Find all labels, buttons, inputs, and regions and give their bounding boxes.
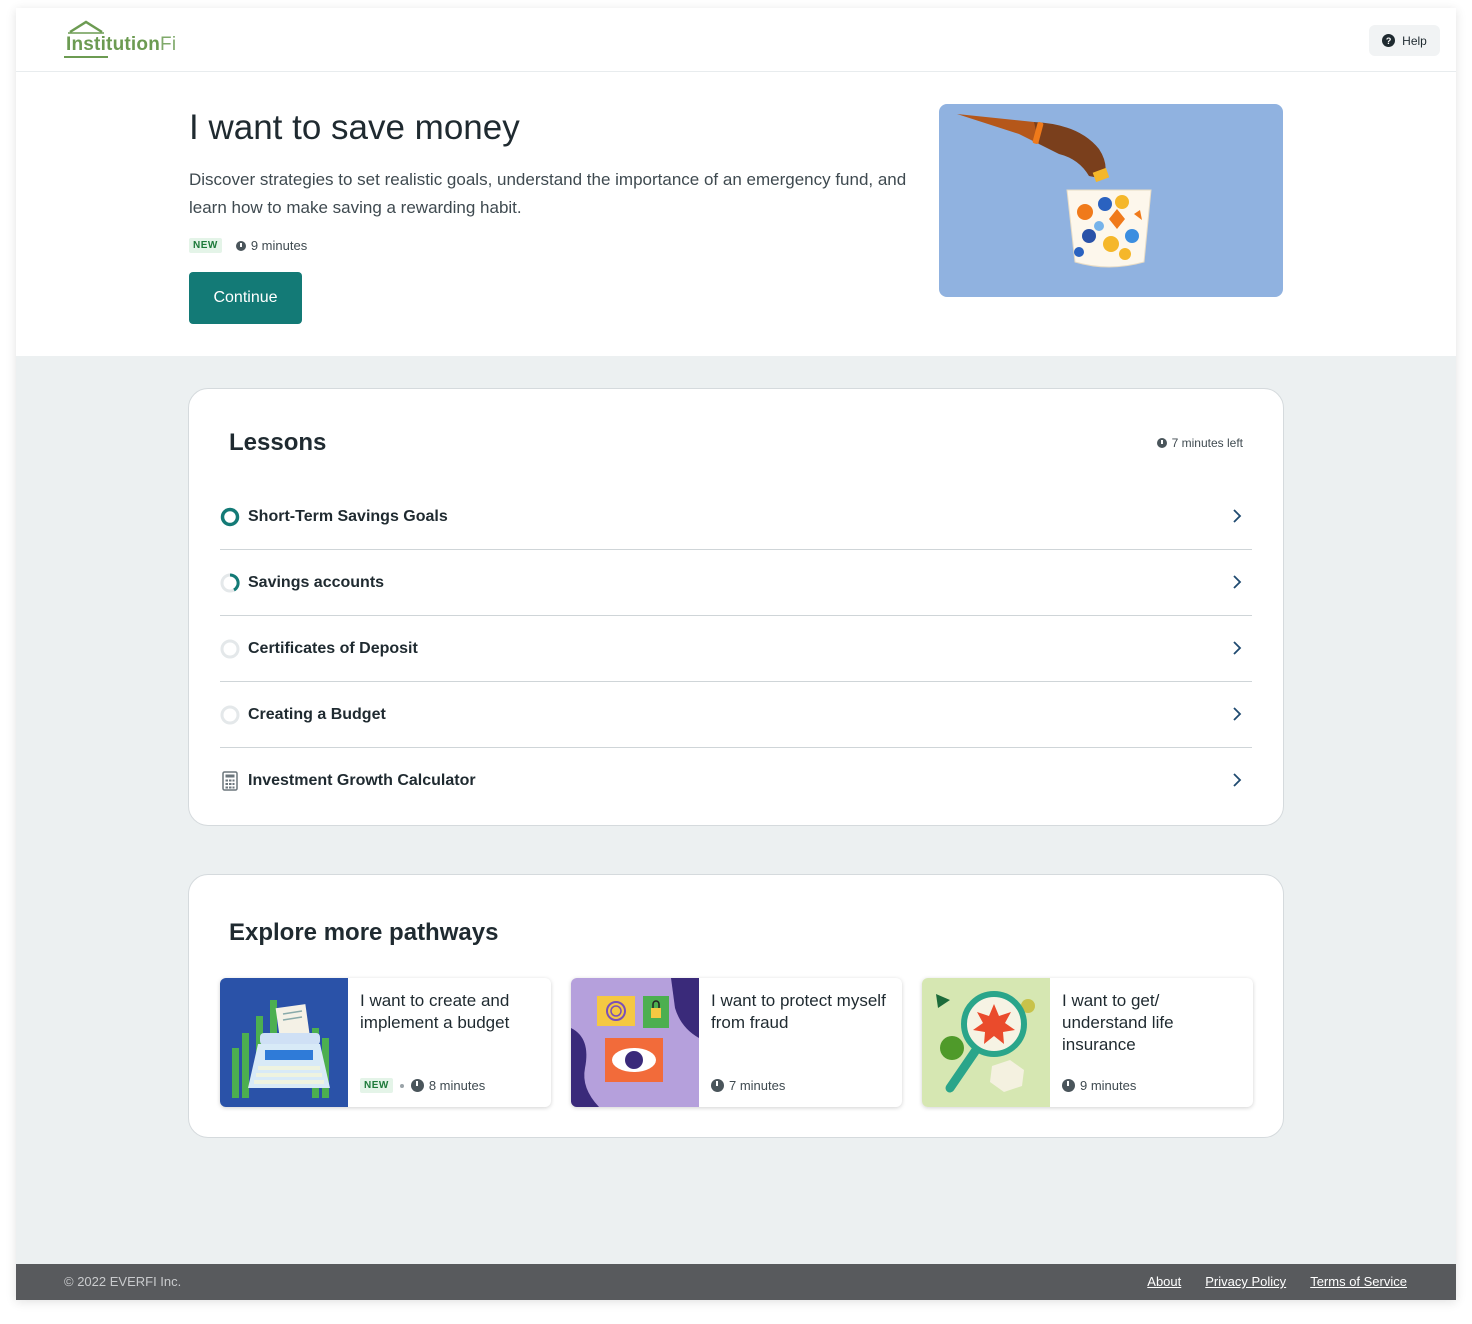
fraud-eye-illustration xyxy=(571,978,699,1107)
empty-ring-icon xyxy=(220,639,240,659)
clock-icon xyxy=(1156,438,1167,448)
lesson-item-short-term-savings-goals[interactable]: Short-Term Savings Goals xyxy=(220,484,1252,550)
lesson-item-savings-accounts[interactable]: Savings accounts xyxy=(220,550,1252,616)
chevron-right-icon xyxy=(1233,773,1242,787)
lessons-time-left-text: 7 minutes left xyxy=(1171,436,1243,450)
magnifier-illustration xyxy=(922,978,1050,1107)
clock-icon xyxy=(711,1079,724,1092)
lesson-label: Short-Term Savings Goals xyxy=(248,507,448,525)
chevron-right-icon xyxy=(1233,575,1242,589)
ring-icon xyxy=(220,507,240,527)
hero-illustration xyxy=(939,104,1283,297)
lesson-item-investment-growth-calculator[interactable]: Investment Growth Calculator xyxy=(220,748,1252,814)
page-title: I want to save money xyxy=(189,108,520,147)
hero-description: Discover strategies to set realistic goa… xyxy=(189,170,907,217)
lesson-label: Savings accounts xyxy=(248,573,385,591)
calculator-icon xyxy=(220,771,240,791)
brand-name: InstitutionFi xyxy=(66,34,176,56)
footer-link-about[interactable]: About xyxy=(1147,1274,1181,1289)
new-badge: NEW xyxy=(189,238,222,253)
pathway-duration: 9 minutes xyxy=(1080,1078,1137,1093)
chevron-right-icon xyxy=(1233,707,1242,721)
app-frame: InstitutionFi ? Help I want to save mone… xyxy=(16,8,1456,1300)
help-label: Help xyxy=(1402,33,1427,48)
hero-duration-text: 9 minutes xyxy=(250,238,308,253)
footer-links: About Privacy Policy Terms of Service xyxy=(1147,1274,1407,1289)
logo-underline xyxy=(64,56,108,58)
lesson-label: Investment Growth Calculator xyxy=(248,772,476,789)
building-roof-icon xyxy=(68,20,104,34)
hero-duration: 9 minutes xyxy=(235,238,308,253)
lesson-item-creating-a-budget[interactable]: Creating a Budget xyxy=(220,682,1252,748)
top-header: InstitutionFi ? Help xyxy=(16,8,1456,72)
pathway-duration: 8 minutes xyxy=(428,1078,486,1093)
pathway-card-fraud[interactable]: I want to protect myself from fraud 7 mi… xyxy=(571,978,902,1107)
pathway-title: I want to protect myself from fraud xyxy=(711,991,886,1032)
lesson-label: Creating a Budget xyxy=(248,705,386,723)
clock-icon xyxy=(1062,1079,1075,1092)
lesson-label: Certificates of Deposit xyxy=(248,639,418,657)
chevron-right-icon xyxy=(1233,641,1242,655)
pathway-meta: NEW 8 minutes xyxy=(360,1078,485,1093)
pathway-duration: 7 minutes xyxy=(729,1078,786,1093)
lesson-list: Short-Term Savings Goals Savings account… xyxy=(220,484,1252,814)
footer-link-terms-of-service[interactable]: Terms of Service xyxy=(1310,1274,1407,1289)
clock-icon xyxy=(235,240,246,251)
continue-button[interactable]: Continue xyxy=(189,272,302,324)
empty-ring-icon xyxy=(220,705,240,725)
brand-name-secondary: Fi xyxy=(160,34,177,55)
typewriter-illustration xyxy=(220,978,348,1107)
lessons-title: Lessons xyxy=(229,429,327,456)
question-circle-icon: ? xyxy=(1382,34,1396,47)
brand-logo[interactable]: InstitutionFi xyxy=(62,20,192,60)
pathway-meta: 9 minutes xyxy=(1062,1078,1136,1093)
copyright-text: © 2022 EVERFI Inc. xyxy=(64,1274,182,1289)
dot-separator xyxy=(399,1083,404,1088)
lessons-card: Lessons 7 minutes left Short-Term Saving… xyxy=(188,388,1284,826)
lesson-item-certificates-of-deposit[interactable]: Certificates of Deposit xyxy=(220,616,1252,682)
new-badge: NEW xyxy=(360,1078,393,1093)
pathway-meta: 7 minutes xyxy=(711,1078,785,1093)
pathway-title: I want to get/ understand life insurance xyxy=(1062,991,1174,1054)
clock-icon xyxy=(410,1079,424,1092)
pathway-title: I want to create and implement a budget xyxy=(360,991,510,1032)
explore-title: Explore more pathways xyxy=(229,919,499,946)
footer-link-privacy-policy[interactable]: Privacy Policy xyxy=(1205,1274,1286,1289)
pathway-card-life-insurance[interactable]: I want to get/ understand life insurance… xyxy=(922,978,1253,1107)
explore-card: Explore more pathways I want to create a… xyxy=(188,874,1284,1138)
brand-name-primary: Institution xyxy=(66,34,161,55)
chevron-right-icon xyxy=(1233,509,1242,523)
lessons-time-left: 7 minutes left xyxy=(1156,436,1243,450)
help-button[interactable]: ? Help xyxy=(1369,25,1440,56)
pathway-card-budget[interactable]: I want to create and implement a budget … xyxy=(220,978,551,1107)
progress-ring-icon xyxy=(220,572,240,593)
hero-meta: NEW 9 minutes xyxy=(189,238,307,253)
hand-dropping-coin-illustration xyxy=(957,114,1152,268)
hero-section: I want to save money Discover strategies… xyxy=(16,72,1456,356)
page-footer: © 2022 EVERFI Inc. About Privacy Policy … xyxy=(16,1264,1456,1300)
